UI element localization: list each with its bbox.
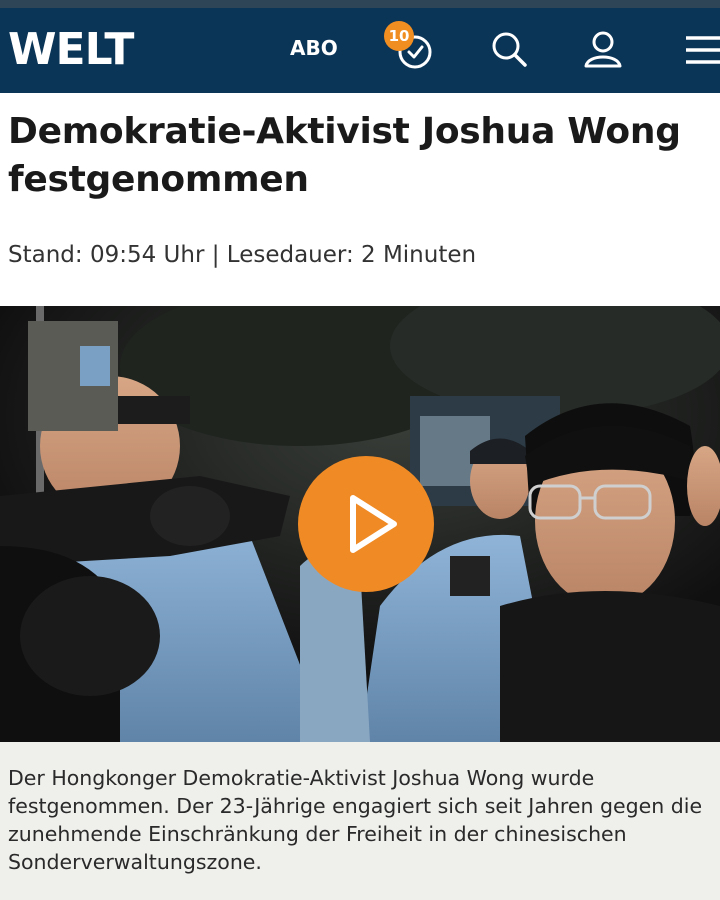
menu-button[interactable] — [676, 26, 720, 72]
article-meta: Stand: 09:54 Uhr | Lesedauer: 2 Minuten — [8, 242, 477, 268]
site-header: WELT ABO 10 — [0, 8, 720, 93]
hamburger-menu-icon — [686, 36, 720, 64]
news-count-badge: 10 — [384, 21, 414, 51]
play-icon — [350, 495, 397, 553]
article-teaser: Der Hongkonger Demokratie-Aktivist Joshu… — [0, 742, 720, 900]
teaser-text: Der Hongkonger Demokratie-Aktivist Joshu… — [8, 766, 703, 874]
search-button[interactable] — [486, 26, 532, 72]
account-button[interactable] — [580, 26, 626, 72]
article-video[interactable] — [0, 306, 720, 742]
article-headline: Demokratie-Aktivist Joshua Wong festgeno… — [8, 111, 681, 200]
search-icon — [492, 32, 527, 67]
user-icon — [584, 31, 622, 68]
abo-link[interactable]: ABO — [290, 36, 338, 60]
play-button[interactable] — [298, 456, 434, 592]
status-strip — [0, 0, 720, 8]
welt-logo[interactable]: WELT — [8, 28, 134, 72]
